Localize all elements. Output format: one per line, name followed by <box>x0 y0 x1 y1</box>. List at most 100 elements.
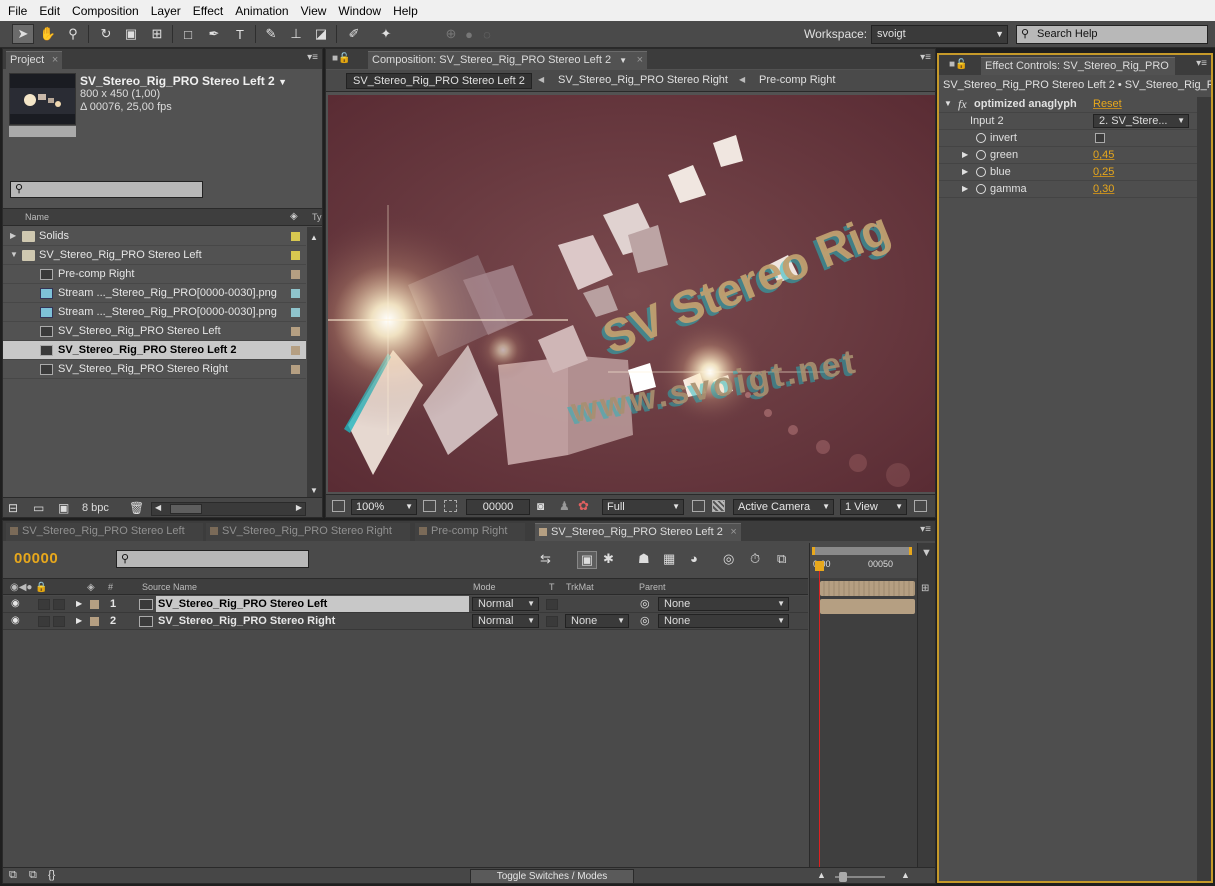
twirl-right-icon[interactable]: ▶ <box>962 164 968 180</box>
column-type[interactable]: Ty <box>312 212 322 222</box>
label-color-swatch[interactable] <box>291 251 300 260</box>
layer-duration-bar[interactable] <box>820 599 915 614</box>
composition-viewer[interactable]: SV Stereo Rig SV Stereo Rig www.svoigt.n… <box>328 95 935 492</box>
project-scrollbar[interactable]: ▲ ▼ <box>307 227 322 497</box>
label-color-swatch[interactable] <box>291 346 300 355</box>
timeline-tab[interactable]: Pre-comp Right <box>415 523 526 541</box>
effect-header-row[interactable]: ▼ fx optimized anaglyph Reset <box>939 96 1197 113</box>
project-item[interactable]: ▶ Solids <box>3 227 306 246</box>
scroll-left-icon[interactable]: ◀ <box>155 503 161 512</box>
project-item[interactable]: SV_Stereo_Rig_PRO Stereo Left <box>3 322 306 341</box>
breadcrumb-item[interactable]: SV_Stereo_Rig_PRO Stereo Right <box>552 73 734 89</box>
item-title[interactable]: SV_Stereo_Rig_PRO Stereo Left 2 ▼ <box>80 74 287 88</box>
auto-keyframe-icon[interactable]: ⏱ <box>750 551 760 567</box>
time-graph[interactable]: 0:00 00050 <box>809 543 918 867</box>
work-area-bar[interactable] <box>812 547 912 555</box>
graph-editor-icon[interactable]: ⧉ <box>777 551 786 567</box>
zoom-slider-thumb[interactable] <box>839 872 847 882</box>
interpret-footage-icon[interactable]: ⊟ <box>8 501 18 515</box>
label-color-swatch[interactable] <box>291 289 300 298</box>
lock-icon[interactable]: ⊞ <box>921 583 929 594</box>
timeline-tab[interactable]: SV_Stereo_Rig_PRO Stereo Left <box>6 523 203 541</box>
stopwatch-icon[interactable] <box>976 150 986 160</box>
label-color-swatch[interactable] <box>291 270 300 279</box>
bit-depth-button[interactable]: 8 bpc <box>82 502 109 514</box>
rectangle-tool-icon[interactable]: □ <box>177 24 199 44</box>
project-item[interactable]: Stream ..._Stereo_Rig_PRO[0000-0030].png <box>3 303 306 322</box>
resolution-dropdown[interactable]: Full ▼ <box>602 499 684 515</box>
invert-checkbox[interactable] <box>1095 133 1105 143</box>
selection-tool-icon[interactable]: ➤ <box>12 24 34 44</box>
zoom-out-icon[interactable]: ▲ <box>817 870 826 880</box>
camera-view-dropdown[interactable]: Active Camera ▼ <box>733 499 834 515</box>
parent-dropdown[interactable]: None ▼ <box>658 614 789 628</box>
region-of-interest-icon[interactable] <box>444 500 457 512</box>
twirl-right-icon[interactable]: ▶ <box>76 613 82 629</box>
frame-blending-icon[interactable]: ▦ <box>663 551 675 567</box>
layer-row[interactable]: ◉ ▶ 2 SV_Stereo_Rig_PRO Stereo Right Normal ▼… <box>3 613 808 630</box>
menu-animation[interactable]: Animation <box>229 4 294 18</box>
visibility-eye-icon[interactable]: ◉ <box>11 613 20 629</box>
column-name[interactable]: Name <box>25 212 49 222</box>
menu-effect[interactable]: Effect <box>187 4 229 18</box>
breadcrumb-current[interactable]: SV_Stereo_Rig_PRO Stereo Left 2 <box>346 73 532 89</box>
panel-menu-icon[interactable]: ▾≡ <box>307 52 318 63</box>
breadcrumb-item[interactable]: Pre-comp Right <box>753 73 841 89</box>
new-folder-icon[interactable]: ▭ <box>33 501 44 515</box>
new-composition-icon[interactable]: ▣ <box>58 501 69 515</box>
label-color-swatch[interactable] <box>90 617 99 626</box>
twirl-right-icon[interactable]: ▶ <box>962 147 968 163</box>
layer-source-name[interactable]: SV_Stereo_Rig_PRO Stereo Right <box>156 613 335 629</box>
camera-tool-icon[interactable]: ▣ <box>120 24 142 44</box>
hand-tool-icon[interactable]: ✋ <box>37 24 59 44</box>
close-icon[interactable]: × <box>730 524 736 541</box>
menu-help[interactable]: Help <box>387 4 424 18</box>
draft-3d-icon[interactable]: ✱ <box>603 551 614 567</box>
pick-whip-icon[interactable]: ◎ <box>640 613 650 629</box>
scroll-thumb[interactable] <box>170 504 202 514</box>
snapshot-icon[interactable]: ◙ <box>537 499 544 513</box>
current-time-field[interactable]: 00000 <box>466 499 530 515</box>
parent-dropdown[interactable]: None ▼ <box>658 597 789 611</box>
twirl-right-icon[interactable]: ▶ <box>10 227 16 245</box>
panel-menu-icon[interactable]: ▾≡ <box>1196 58 1207 69</box>
param-green-value[interactable]: 0,45 <box>1093 147 1114 163</box>
close-icon[interactable]: × <box>52 52 58 69</box>
fx-icon[interactable]: fx <box>958 96 967 112</box>
panel-menu-icon[interactable]: ▾≡ <box>920 524 931 535</box>
roto-brush-tool-icon[interactable]: ✐ <box>343 24 365 44</box>
current-time-indicator[interactable] <box>819 561 820 867</box>
pick-whip-icon[interactable]: ◎ <box>640 596 650 612</box>
eraser-tool-icon[interactable]: ◪ <box>310 24 332 44</box>
project-item[interactable]: Pre-comp Right <box>3 265 306 284</box>
motion-blur-icon[interactable]: ◕ <box>690 551 698 566</box>
preserve-transparency-checkbox[interactable] <box>546 599 558 610</box>
menu-window[interactable]: Window <box>332 4 387 18</box>
transfer-controls-icon[interactable]: ⧉ <box>29 869 37 882</box>
param-blue-value[interactable]: 0,25 <box>1093 164 1114 180</box>
live-update-icon[interactable]: ▣ <box>577 551 597 569</box>
layer-duration-bar[interactable] <box>820 581 915 596</box>
project-search-input[interactable]: ⚲ <box>10 181 203 198</box>
tab-project[interactable]: Project × <box>6 51 63 69</box>
always-preview-icon[interactable] <box>332 500 345 512</box>
tab-effect-controls[interactable]: Effect Controls: SV_Stereo_Rig_PRO <box>981 57 1175 75</box>
tab-composition[interactable]: Composition: SV_Stereo_Rig_PRO Stereo Le… <box>368 51 648 69</box>
brush-tool-icon[interactable]: ✎ <box>260 24 282 44</box>
label-color-swatch[interactable] <box>291 232 300 241</box>
stopwatch-icon[interactable] <box>976 184 986 194</box>
scroll-up-icon[interactable]: ▲ <box>310 233 318 242</box>
view-layout-dropdown[interactable]: 1 View ▼ <box>840 499 907 515</box>
timeline-tab[interactable]: SV_Stereo_Rig_PRO Stereo Right <box>206 523 410 541</box>
solo-switch[interactable] <box>53 616 65 627</box>
in-out-icon[interactable]: {} <box>48 869 55 881</box>
toggle-switches-modes-button[interactable]: Toggle Switches / Modes <box>470 869 634 883</box>
input2-layer-dropdown[interactable]: 2. SV_Stere... ▼ <box>1093 114 1189 128</box>
workspace-dropdown[interactable]: svoigt ▼ <box>871 25 1008 44</box>
channel-icon[interactable]: ✿ <box>578 498 589 514</box>
track-matte-dropdown[interactable]: None ▼ <box>565 614 629 628</box>
zoom-tool-icon[interactable]: ⚲ <box>62 24 84 44</box>
trash-icon[interactable]: 🗑 <box>129 501 144 515</box>
scroll-right-icon[interactable]: ▶ <box>296 503 302 512</box>
blend-mode-dropdown[interactable]: Normal ▼ <box>472 614 539 628</box>
